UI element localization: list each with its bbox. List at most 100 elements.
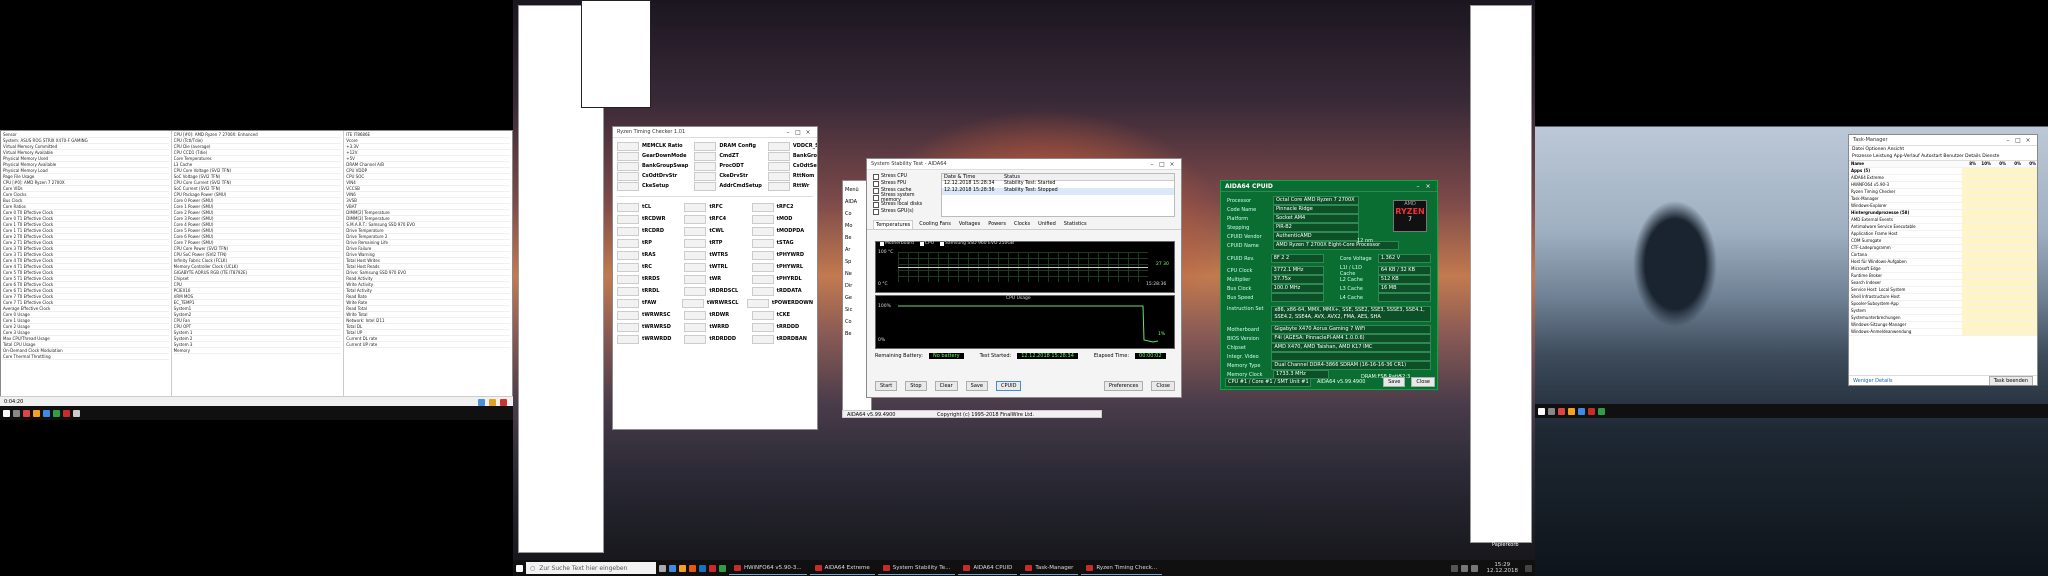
hwinfo-settings-icon[interactable]: [478, 399, 485, 406]
tm-process-row[interactable]: Task-Manager: [1849, 196, 2037, 203]
tm-process-row[interactable]: Windows-Explorer: [1849, 203, 2037, 210]
windows-start-icon[interactable]: [516, 564, 523, 572]
minimize-icon[interactable]: –: [1147, 161, 1157, 168]
tm-process-row[interactable]: Spooler-Subsystem-App: [1849, 301, 2037, 308]
sensor-row[interactable]: Memory: [173, 348, 342, 354]
checkbox-icon[interactable]: [873, 187, 879, 194]
cpu-selector[interactable]: CPU #1 / Core #1 / SMT Unit #1: [1225, 377, 1311, 387]
end-task-button[interactable]: Task beenden: [1988, 375, 2033, 385]
taskbar-window-button[interactable]: System Stability Te...: [877, 562, 956, 575]
checkbox-icon[interactable]: [873, 208, 879, 215]
app-icon[interactable]: [709, 564, 716, 572]
legend-item[interactable]: CPU: [919, 241, 934, 246]
tm-process-row[interactable]: Windows-Anmeldeanwendung: [1849, 329, 2037, 336]
tm-tabs[interactable]: Prozesse Leistung App-Verlauf Autostart …: [1849, 153, 2037, 161]
sensor-row[interactable]: Core Thermal Throttling: [3, 354, 169, 360]
tm-process-row[interactable]: Runtime Broker: [1849, 273, 2037, 280]
tm-process-row[interactable]: Cortana: [1849, 252, 2037, 259]
folder-icon[interactable]: [33, 409, 40, 417]
tm-process-row[interactable]: Windows-Sitzungs-Manager: [1849, 322, 2037, 329]
start-icon[interactable]: [3, 409, 10, 417]
tm-process-row[interactable]: AMD External Events: [1849, 217, 2037, 224]
sst-button[interactable]: CPUID: [995, 381, 1022, 391]
sst-tab[interactable]: Unified: [1036, 220, 1058, 229]
checkbox-icon[interactable]: [873, 180, 879, 187]
store-icon[interactable]: [699, 564, 706, 572]
sst-button[interactable]: Start: [875, 381, 898, 391]
minimize-icon[interactable]: –: [783, 129, 793, 136]
minimize-icon[interactable]: –: [1413, 183, 1423, 190]
edge-icon[interactable]: [1578, 407, 1585, 415]
taskbar-window-button[interactable]: HWiNFO64 v5.90-3...: [729, 562, 807, 575]
sst-button[interactable]: Clear: [934, 381, 958, 391]
task-view-icon[interactable]: [13, 409, 20, 417]
tm-process-row[interactable]: Host für Windows-Aufgaben: [1849, 259, 2037, 266]
close-icon[interactable]: ×: [1167, 161, 1177, 168]
sst-button[interactable]: Save: [965, 381, 988, 391]
sst-tab[interactable]: Temperatures: [873, 220, 914, 229]
task-view-icon[interactable]: [1548, 407, 1555, 415]
sst-tab[interactable]: Voltages: [957, 220, 982, 229]
fewer-details-link[interactable]: Weniger Details: [1853, 378, 1893, 384]
checkbox-icon[interactable]: [873, 194, 879, 201]
hwinfo-sensors-window[interactable]: Sensor System: ASUS ROG STRIX X470-F GAMI…: [0, 130, 513, 406]
log-row[interactable]: 12.12.2018 15:28:34 Stability Test: Start…: [942, 181, 1174, 188]
taskbar-clock[interactable]: 15:29 12.12.2018: [1487, 562, 1519, 574]
aida64-cpuid-window[interactable]: AIDA64 CPUID – × Processor Octal Core AMD…: [1220, 180, 1438, 390]
taskbar-search[interactable]: ○ Zur Suche Text hier eingeben: [526, 562, 656, 574]
tm-process-row[interactable]: CTF-Ladeprogramm: [1849, 245, 2037, 252]
task-manager-window[interactable]: Task-Manager – □ × Datei Optionen Ansich…: [1848, 134, 2038, 386]
taskbar-window-button[interactable]: AIDA64 CPUID: [958, 562, 1018, 575]
tm-process-row[interactable]: Systemunterbrechungen: [1849, 315, 2037, 322]
tm-column-header[interactable]: 8%: [1962, 161, 1977, 167]
app-icon[interactable]: [719, 564, 726, 572]
hwinfo-close-icon[interactable]: [500, 399, 507, 406]
maximize-icon[interactable]: □: [793, 129, 803, 136]
taskbar-window-button[interactable]: AIDA64 Extreme: [809, 562, 875, 575]
minimize-icon[interactable]: –: [2003, 137, 2013, 144]
log-row[interactable]: 12.12.2018 15:28:36 Stability Test: Stopp…: [942, 188, 1174, 195]
notification-icon[interactable]: [1525, 564, 1532, 572]
tm-process-row[interactable]: Application Frame Host: [1849, 231, 2037, 238]
app-icon[interactable]: [1558, 407, 1565, 415]
tm-process-row[interactable]: Ryzen Timing Checker: [1849, 189, 2037, 196]
checkbox-icon[interactable]: [873, 173, 879, 180]
start-icon[interactable]: [1538, 407, 1545, 415]
checkbox-icon[interactable]: [873, 201, 879, 208]
system-stability-test-window[interactable]: System Stability Test - AIDA64 – □ × Str…: [866, 158, 1182, 398]
tm-process-row[interactable]: COM Surrogate: [1849, 238, 2037, 245]
network-icon[interactable]: [1460, 564, 1468, 572]
taskbar-window-button[interactable]: Ryzen Timing Check...: [1081, 562, 1163, 575]
legend-checkbox-icon[interactable]: [880, 241, 884, 246]
close-icon[interactable]: ×: [803, 129, 813, 136]
stress-option[interactable]: Stress FPU: [873, 180, 935, 187]
close-button[interactable]: Close: [1411, 377, 1435, 387]
tray-chevron-icon[interactable]: [1450, 564, 1458, 572]
recycle-bin-label[interactable]: Papierkorb: [1492, 542, 1519, 548]
save-button[interactable]: Save: [1383, 377, 1406, 387]
tm-process-row[interactable]: HWiNFO64 v5.90-3: [1849, 182, 2037, 189]
tm-process-row[interactable]: Antimalware Service Executable: [1849, 224, 2037, 231]
app-icon[interactable]: [73, 409, 80, 417]
sensor-row[interactable]: Current UP rate: [346, 342, 510, 348]
sst-button[interactable]: Stop: [905, 381, 927, 391]
tm-column-header[interactable]: Name: [1849, 161, 1962, 167]
sst-button[interactable]: Close: [1151, 381, 1175, 391]
edge-icon[interactable]: [43, 409, 50, 417]
sst-button[interactable]: Preferences: [1103, 381, 1144, 391]
task-view-icon[interactable]: [659, 564, 666, 572]
tm-menu[interactable]: Datei Optionen Ansicht: [1849, 146, 2037, 153]
close-icon[interactable]: ×: [2023, 137, 2033, 144]
tm-column-header[interactable]: 0%: [2022, 161, 2037, 167]
tm-process-row[interactable]: Apps (5): [1849, 168, 2037, 175]
sst-tab[interactable]: Powers: [986, 220, 1008, 229]
edge-icon[interactable]: [669, 564, 676, 572]
taskbar-window-button[interactable]: Task-Manager: [1020, 562, 1079, 575]
sst-tab[interactable]: Cooling Fans: [917, 220, 953, 229]
tm-process-row[interactable]: Hintergrundprozesse (58): [1849, 210, 2037, 217]
aida-icon[interactable]: [63, 409, 70, 417]
legend-item[interactable]: Motherboard: [880, 241, 914, 246]
folder-icon[interactable]: [1568, 407, 1575, 415]
legend-checkbox-icon[interactable]: [919, 241, 924, 246]
legend-item[interactable]: Samsung SSD 960 EVO 250GB: [940, 241, 1014, 246]
